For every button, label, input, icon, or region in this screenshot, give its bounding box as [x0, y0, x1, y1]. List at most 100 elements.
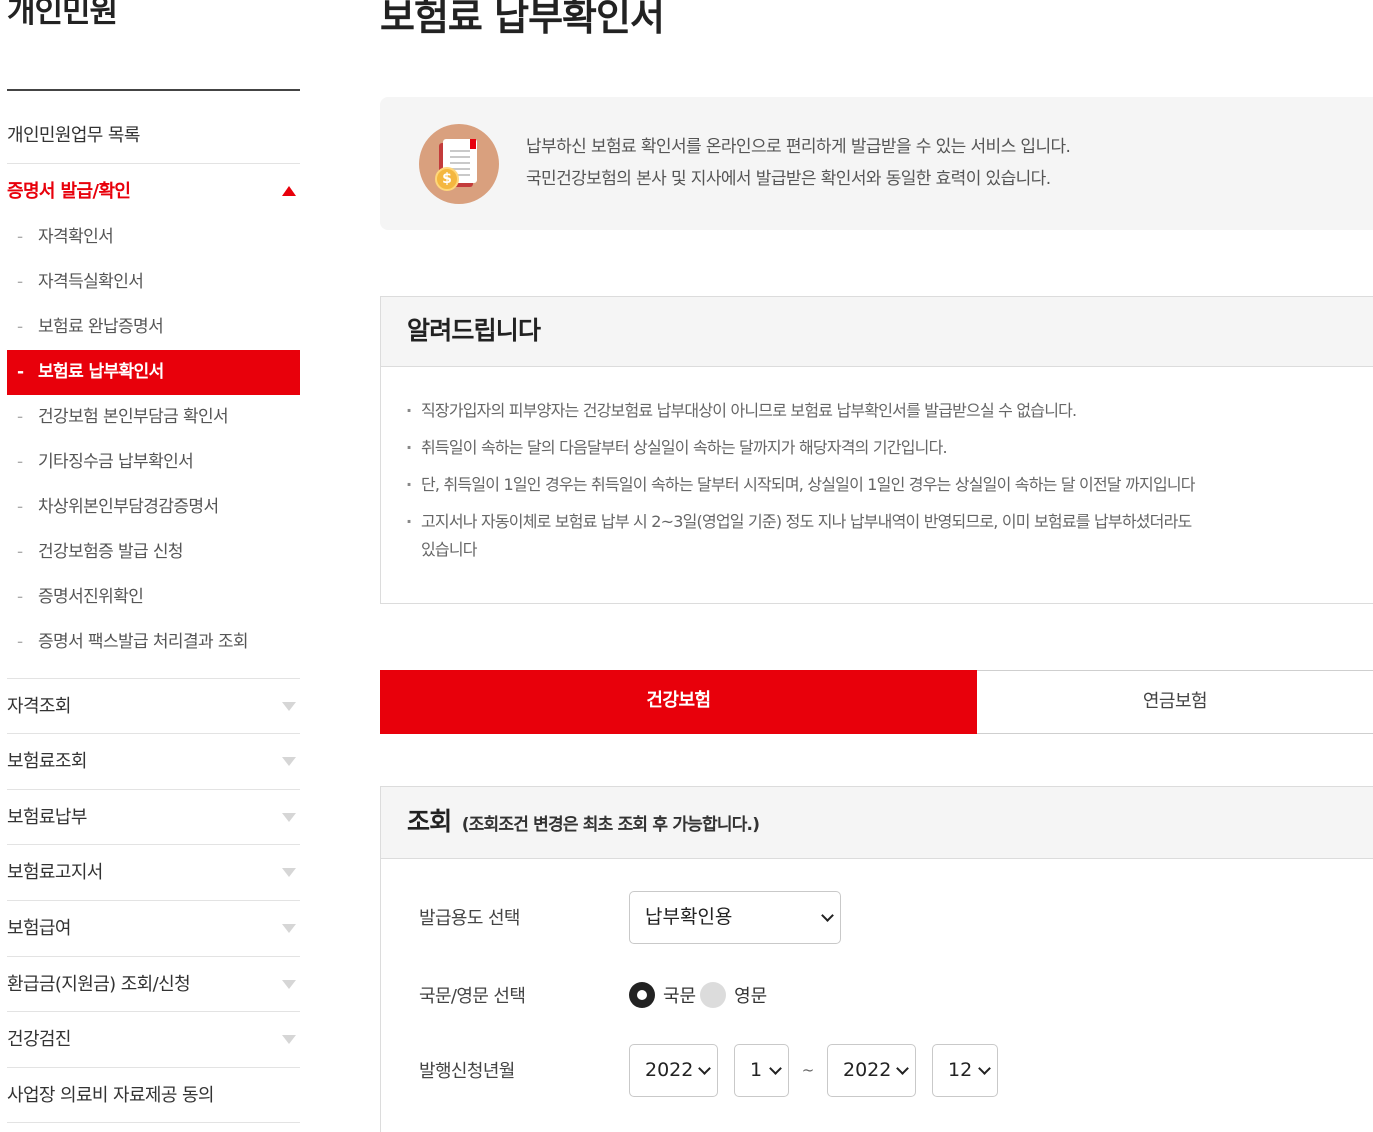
dash-bullet: -	[17, 316, 23, 337]
to-year-value: 2022	[843, 1058, 892, 1081]
notice-item: 단, 취득일이 1일인 경우는 취득일이 속하는 달부터 시작되며, 상실일이 …	[406, 471, 1373, 499]
dash-bullet: -	[17, 226, 23, 247]
sidebar-item-certificates[interactable]: 증명서 발급/확인	[7, 164, 300, 215]
radio-english[interactable]: 영문	[700, 982, 767, 1008]
sidebar-item-premium-lookup[interactable]: 보험료조회	[7, 734, 300, 790]
sidebar-menu: 개인민원업무 목록 증명서 발급/확인 - 자격확인서 - 자격득실확인서 - …	[7, 108, 300, 1124]
sidebar-item-label: 보험료고지서	[7, 862, 103, 884]
sidebar-item-label: 자격조회	[7, 695, 71, 717]
sidebar-divider	[7, 89, 300, 91]
submenu-item-card-issue[interactable]: - 건강보험증 발급 신청	[7, 530, 300, 575]
coin-icon: $	[435, 167, 459, 191]
submenu-item-label: 기타징수금 납부확인서	[38, 451, 194, 472]
sidebar-item-label: 환급금(지원금) 조회/신청	[7, 973, 191, 995]
intro-box: $ 납부하신 보험료 확인서를 온라인으로 편리하게 발급받을 수 있는 서비스…	[380, 97, 1373, 230]
purpose-label: 발급용도 선택	[419, 908, 520, 929]
sidebar-item-label: 증명서 발급/확인	[7, 180, 131, 202]
purpose-row: 발급용도 선택 납부확인용	[419, 890, 841, 944]
insurance-tabs: 건강보험 연금보험	[380, 670, 1373, 734]
dash-bullet: -	[17, 631, 23, 652]
dash-bullet: -	[17, 451, 23, 472]
sidebar-item-medical-consent[interactable]: 사업장 의료비 자료제공 동의	[7, 1068, 300, 1124]
submenu-certificates: - 자격확인서 - 자격득실확인서 - 보험료 완납증명서 - 보험료 납부확인…	[7, 215, 300, 679]
query-header: 조회 (조회조건 변경은 최초 조회 후 가능합니다.)	[381, 787, 1373, 859]
sidebar-item-benefits[interactable]: 보험급여	[7, 901, 300, 957]
query-box: 조회 (조회조건 변경은 최초 조회 후 가능합니다.) 발급용도 선택 납부확…	[380, 786, 1373, 1132]
chevron-down-icon	[896, 1061, 909, 1075]
from-year-select[interactable]: 2022	[629, 1043, 718, 1097]
submenu-item-reduction[interactable]: - 차상위본인부담경감증명서	[7, 485, 300, 530]
submenu-item-label: 자격확인서	[38, 226, 114, 247]
submenu-item-fax-result[interactable]: - 증명서 팩스발급 처리결과 조회	[7, 620, 300, 665]
to-month-value: 12	[948, 1058, 973, 1081]
notice-item: 고지서나 자동이체로 보험료 납부 시 2~3일(영업일 기준) 정도 지나 납…	[406, 508, 1373, 564]
submenu-item-label: 건강보험증 발급 신청	[38, 541, 184, 562]
submenu-item-label: 보험료 완납증명서	[38, 316, 164, 337]
arrow-down-icon	[282, 979, 296, 989]
intro-line: 납부하신 보험료 확인서를 온라인으로 편리하게 발급받을 수 있는 서비스 입…	[526, 137, 1071, 157]
sidebar-item-label: 사업장 의료비 자료제공 동의	[7, 1084, 214, 1106]
notice-box: 알려드립니다 직장가입자의 피부양자는 건강보험료 납부대상이 아니므로 보험료…	[380, 296, 1373, 604]
chevron-down-icon	[978, 1061, 991, 1075]
radio-korean[interactable]: 국문	[629, 982, 696, 1008]
sidebar-item-label: 보험료조회	[7, 751, 87, 773]
sidebar-item-label: 보험급여	[7, 917, 71, 939]
submenu-item-label: 증명서진위확인	[38, 586, 144, 607]
arrow-down-icon	[282, 701, 296, 711]
radio-checked-icon	[629, 982, 655, 1008]
arrow-down-icon	[282, 868, 296, 878]
submenu-item-other-collection[interactable]: - 기타징수금 납부확인서	[7, 440, 300, 485]
page-title: 보험료 납부확인서	[380, 0, 665, 39]
certificate-icon: $	[419, 124, 499, 204]
arrow-down-icon	[282, 923, 296, 933]
submenu-item-qualification[interactable]: - 자격확인서	[7, 215, 300, 260]
query-title: 조회	[407, 807, 452, 836]
sidebar-item-civil-list[interactable]: 개인민원업무 목록	[7, 108, 300, 164]
radio-unchecked-icon	[700, 982, 727, 1008]
sidebar-item-checkup[interactable]: 건강검진	[7, 1012, 300, 1068]
sidebar-item-qualification-lookup[interactable]: 자격조회	[7, 679, 300, 735]
submenu-item-label: 보험료 납부확인서	[38, 361, 164, 382]
tab-pension-insurance[interactable]: 연금보험	[977, 670, 1373, 734]
dash-bullet: -	[17, 541, 23, 562]
to-month-select[interactable]: 12	[932, 1043, 998, 1097]
to-year-select[interactable]: 2022	[827, 1043, 916, 1097]
period-row: 발행신청년월 2022 1 ~ 2022 12	[419, 1043, 998, 1097]
submenu-item-authenticity[interactable]: - 증명서진위확인	[7, 575, 300, 620]
notice-list: 직장가입자의 피부양자는 건강보험료 납부대상이 아니므로 보험료 납부확인서를…	[381, 367, 1373, 564]
submenu-item-label: 차상위본인부담경감증명서	[38, 496, 219, 517]
arrow-down-icon	[282, 1035, 296, 1045]
sidebar-item-premium-payment[interactable]: 보험료납부	[7, 790, 300, 846]
submenu-item-payment-confirmation[interactable]: - 보험료 납부확인서	[7, 349, 300, 395]
tab-health-insurance[interactable]: 건강보험	[380, 670, 977, 734]
dash-bullet: -	[17, 406, 23, 427]
sidebar: 개인민원 개인민원업무 목록 증명서 발급/확인 - 자격확인서 - 자격득실확…	[0, 0, 300, 1132]
dash-bullet: -	[17, 361, 24, 382]
chevron-down-icon	[698, 1061, 711, 1075]
bookmark-icon	[470, 139, 476, 149]
range-separator: ~	[801, 1061, 815, 1079]
arrow-up-icon	[282, 185, 296, 196]
from-year-value: 2022	[645, 1058, 694, 1081]
language-label: 국문/영문 선택	[419, 986, 526, 1007]
submenu-item-qualification-history[interactable]: - 자격득실확인서	[7, 260, 300, 305]
submenu-item-label: 증명서 팩스발급 처리결과 조회	[38, 631, 249, 652]
radio-label: 국문	[663, 986, 697, 1007]
submenu-item-copayment[interactable]: - 건강보험 본인부담금 확인서	[7, 395, 300, 440]
submenu-item-full-payment[interactable]: - 보험료 완납증명서	[7, 305, 300, 350]
sidebar-item-premium-notice[interactable]: 보험료고지서	[7, 845, 300, 901]
sidebar-item-refund[interactable]: 환급금(지원금) 조회/신청	[7, 957, 300, 1013]
dash-bullet: -	[17, 271, 23, 292]
query-subtitle: (조회조건 변경은 최초 조회 후 가능합니다.)	[461, 815, 760, 835]
notice-title: 알려드립니다	[381, 297, 1373, 367]
notice-item: 취득일이 속하는 달의 다음달부터 상실일이 속하는 달까지가 해당자격의 기간…	[406, 434, 1373, 462]
chevron-down-icon	[821, 908, 834, 922]
dash-bullet: -	[17, 496, 23, 517]
arrow-down-icon	[282, 812, 296, 822]
purpose-value: 납부확인용	[645, 905, 733, 928]
from-month-select[interactable]: 1	[734, 1043, 789, 1097]
purpose-select[interactable]: 납부확인용	[629, 890, 841, 944]
radio-label: 영문	[734, 986, 768, 1007]
chevron-down-icon	[769, 1061, 782, 1075]
sidebar-title: 개인민원	[7, 0, 118, 30]
